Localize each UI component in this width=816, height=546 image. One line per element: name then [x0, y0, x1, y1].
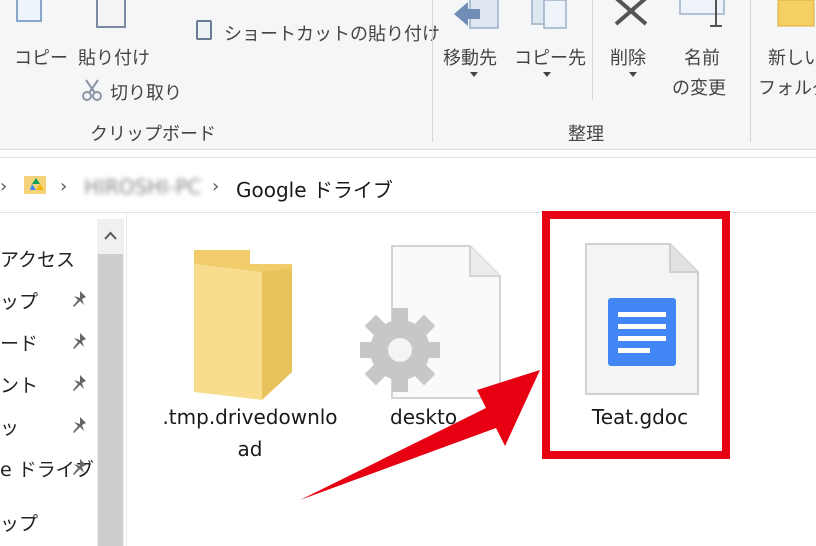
copy-to-icon: [524, 0, 572, 34]
copy-to-dropdown-caret[interactable]: [543, 72, 551, 77]
file-name: deskto: [390, 405, 458, 429]
new-folder-icon: [776, 0, 816, 34]
cut-button[interactable]: 切り取り: [110, 79, 182, 105]
paste-shortcut-icon: [196, 20, 212, 40]
rename-button-line1[interactable]: 名前: [684, 44, 720, 70]
rename-button-line2[interactable]: の変更: [672, 74, 726, 100]
copy-icon: [16, 0, 42, 22]
pin-icon: [70, 415, 90, 439]
move-to-button[interactable]: 移動先: [443, 44, 497, 70]
nav-item-quick-access[interactable]: アクセス: [0, 245, 75, 272]
ribbon: コピー 貼り付け ショートカットの貼り付け 切り取り クリップボード 移動先 コ…: [0, 0, 816, 150]
ribbon-separator: [750, 0, 751, 142]
pin-icon: [70, 331, 90, 355]
scroll-up-button[interactable]: [97, 219, 124, 253]
file-name-line2: ad: [237, 437, 263, 461]
chevron-right-icon[interactable]: ›: [60, 176, 67, 197]
move-to-icon: [452, 0, 500, 34]
new-folder-button-line2[interactable]: フォルダ: [758, 74, 816, 100]
breadcrumb-computer[interactable]: HIROSHI-PC: [84, 175, 201, 199]
copy-to-button[interactable]: コピー先: [514, 44, 586, 70]
file-name-line1: .tmp.drivedownlo: [162, 405, 338, 429]
delete-dropdown-caret[interactable]: [629, 72, 637, 77]
move-to-dropdown-caret[interactable]: [470, 72, 478, 77]
delete-button[interactable]: 削除: [610, 44, 646, 70]
file-item-desktop-ini[interactable]: deskto: [358, 230, 510, 470]
pane-divider: [126, 213, 127, 546]
nav-item-documents[interactable]: ント: [0, 371, 38, 398]
breadcrumb-current-folder[interactable]: Google ドライブ: [236, 174, 393, 203]
paste-shortcut-button[interactable]: ショートカットの貼り付け: [224, 20, 440, 46]
nav-item-desktop[interactable]: ップ: [0, 287, 38, 314]
organize-group-label: 整理: [568, 124, 604, 145]
highlight-box: [542, 211, 730, 459]
copy-button[interactable]: コピー: [14, 44, 68, 70]
rename-icon: [678, 0, 726, 34]
gear-icon: [358, 300, 442, 404]
chevron-right-icon[interactable]: ›: [212, 176, 219, 197]
ribbon-separator: [592, 0, 593, 100]
pin-icon: [70, 457, 90, 481]
google-drive-folder-icon: [24, 174, 48, 200]
nav-item-pictures[interactable]: ッ: [0, 413, 19, 440]
paste-button[interactable]: 貼り付け: [78, 44, 150, 70]
file-item-tmp-folder[interactable]: .tmp.drivedownlo ad: [160, 230, 340, 470]
new-folder-button-line1[interactable]: 新しい: [768, 44, 816, 70]
ribbon-separator: [432, 0, 433, 142]
delete-icon: [612, 0, 652, 34]
clipboard-group-label: クリップボード: [90, 124, 216, 145]
paste-icon: [96, 0, 126, 28]
pin-icon: [70, 289, 90, 313]
chevron-right-icon: ›: [0, 176, 8, 197]
address-bar[interactable]: › › HIROSHI-PC › Google ドライブ: [0, 157, 816, 213]
nav-scrollbar-thumb[interactable]: [98, 254, 123, 546]
nav-item-downloads[interactable]: ード: [0, 329, 38, 356]
nav-item-desktop-2[interactable]: ップ: [0, 509, 38, 536]
folder-icon: [190, 242, 300, 406]
scissors-icon: [80, 78, 104, 106]
pin-icon: [70, 373, 90, 397]
